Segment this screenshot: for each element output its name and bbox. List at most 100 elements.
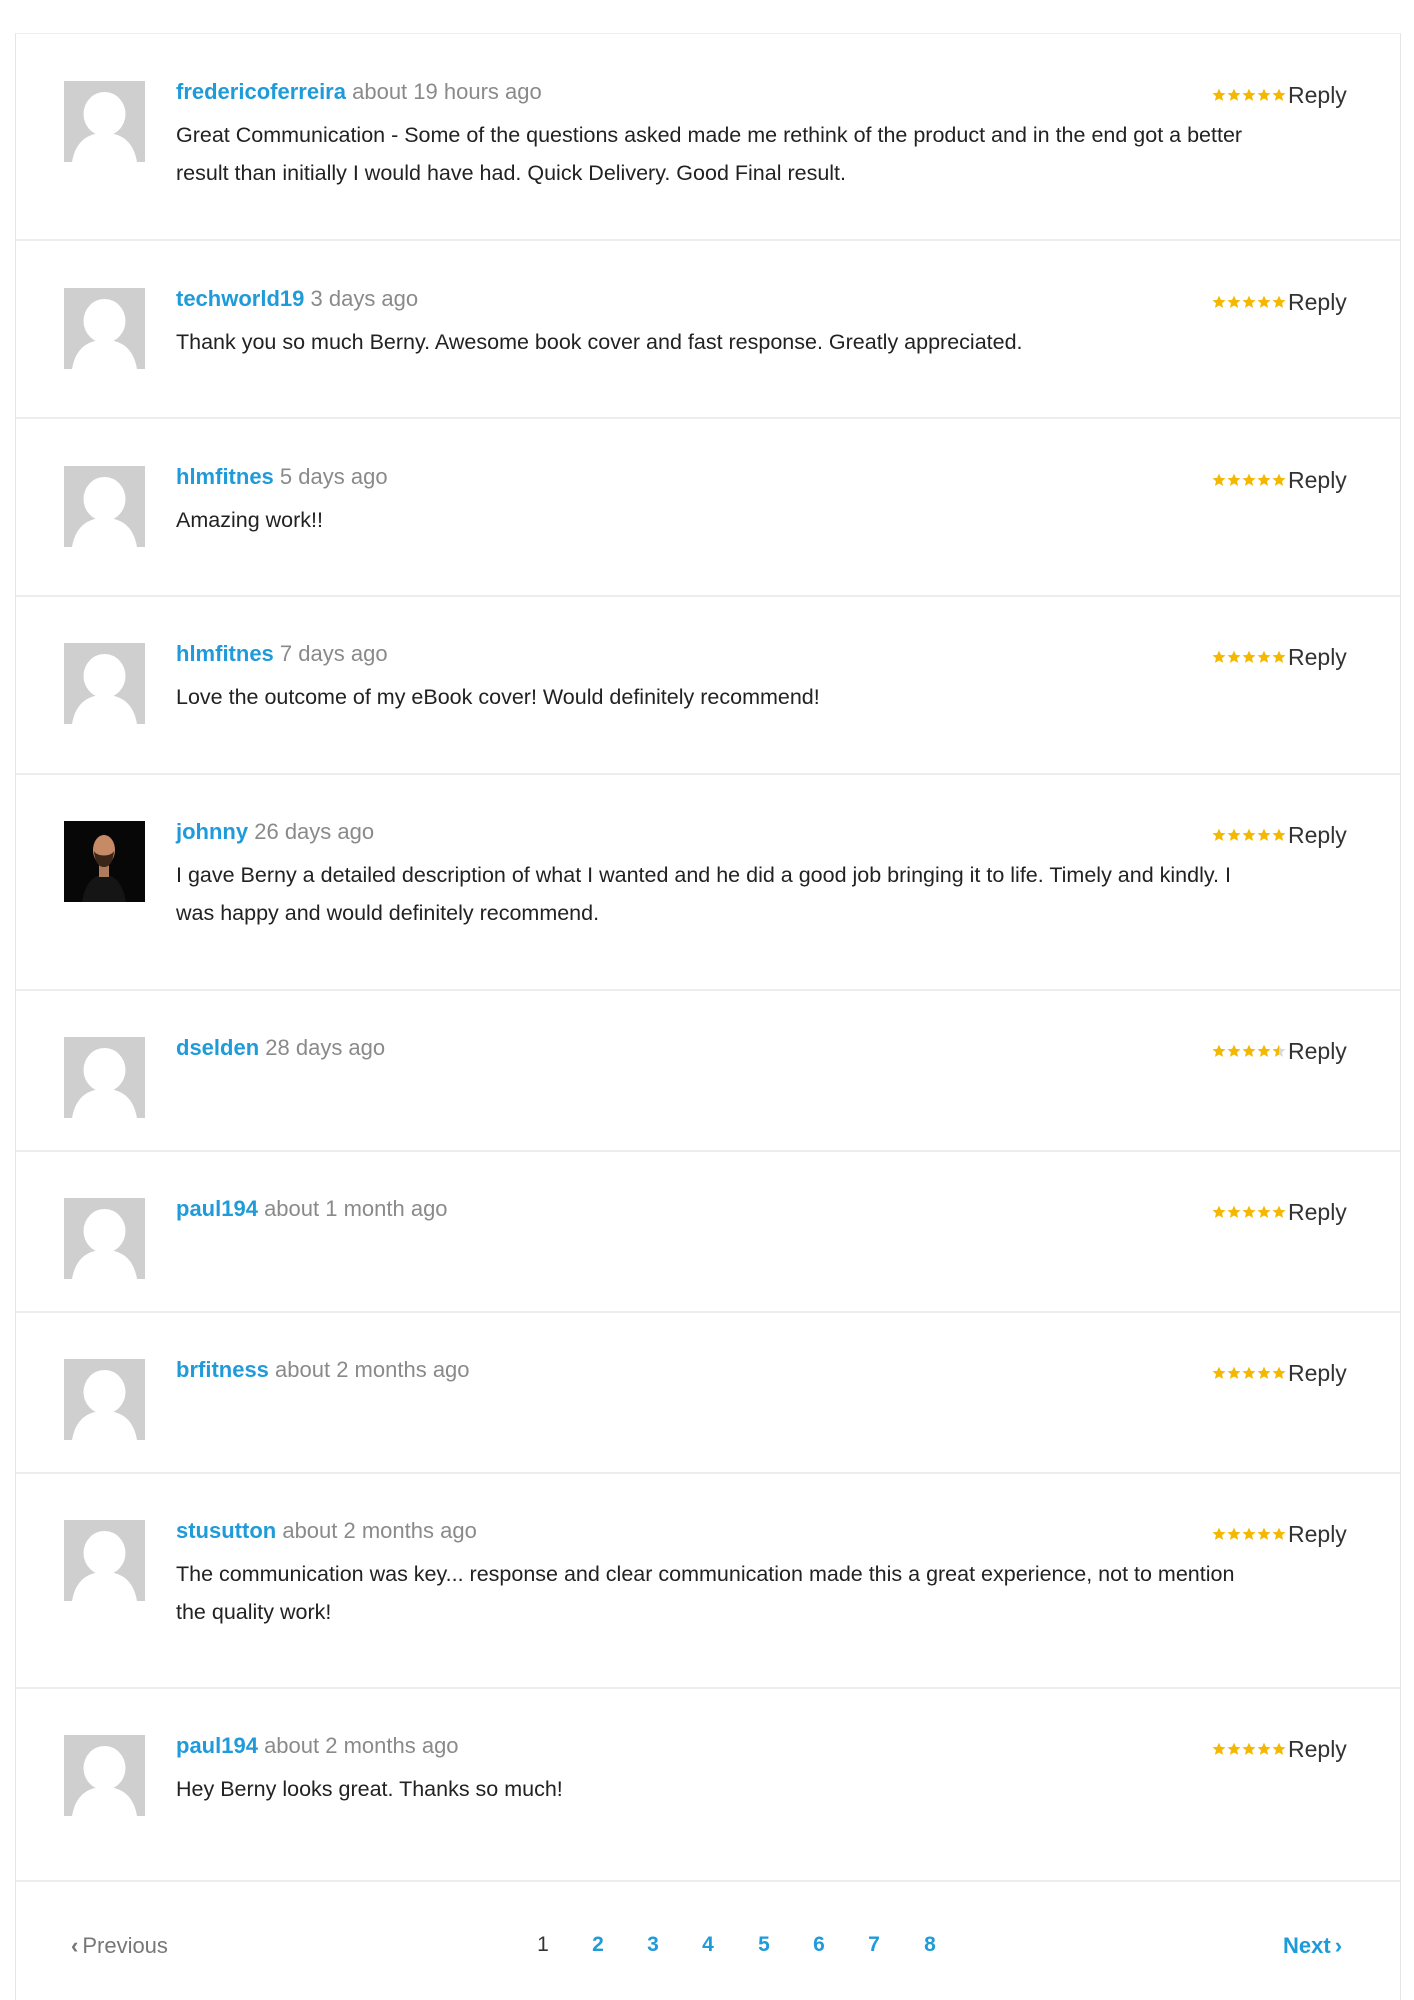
review-text: The communication was key... response an…	[176, 1562, 1235, 1624]
username-link[interactable]: hlmfitnes	[176, 464, 274, 489]
star-rating	[1212, 295, 1286, 309]
rating-and-reply: Reply	[1212, 467, 1347, 493]
username-link[interactable]: hlmfitnes	[176, 641, 274, 666]
page-2[interactable]: 2	[588, 1933, 608, 1957]
star-icon	[1212, 473, 1226, 486]
review-meta: fredericoferreira about 19 hours ago	[176, 79, 542, 105]
star-icon	[1272, 295, 1286, 308]
review-time: about 19 hours ago	[352, 79, 542, 104]
previous-label: Previous	[82, 1933, 168, 1958]
page-3[interactable]: 3	[643, 1933, 663, 1957]
default-avatar-icon[interactable]	[64, 1520, 145, 1601]
review-item: stusutton about 2 months ago The communic…	[16, 1474, 1400, 1689]
rating-and-reply: Reply	[1212, 1038, 1347, 1064]
star-icon	[1242, 1366, 1256, 1379]
star-icon	[1272, 1742, 1286, 1755]
review-time: about 1 month ago	[264, 1196, 448, 1221]
rating-and-reply: Reply	[1212, 82, 1347, 108]
star-rating	[1212, 1527, 1286, 1541]
star-icon	[1242, 1742, 1256, 1755]
star-icon	[1272, 1205, 1286, 1218]
previous-page-link[interactable]: ‹ Previous	[71, 1933, 168, 1959]
reply-link[interactable]: Reply	[1288, 1521, 1347, 1547]
review-item: hlmfitnes 7 days ago Love the outcome of …	[16, 597, 1400, 775]
username-link[interactable]: brfitness	[176, 1357, 269, 1382]
review-item: paul194 about 1 month ago Reply	[16, 1152, 1400, 1313]
review-time: 26 days ago	[254, 819, 375, 844]
review-meta: hlmfitnes 5 days ago	[176, 464, 388, 490]
star-icon	[1257, 88, 1271, 101]
review-text: Great Communication - Some of the questi…	[176, 123, 1243, 185]
star-icon	[1212, 1742, 1226, 1755]
review-time: about 2 months ago	[282, 1518, 477, 1543]
review-item: brfitness about 2 months ago Reply	[16, 1313, 1400, 1474]
username-link[interactable]: johnny	[176, 819, 248, 844]
default-avatar-icon[interactable]	[64, 466, 145, 547]
username-link[interactable]: techworld19	[176, 286, 304, 311]
star-icon	[1272, 828, 1286, 841]
star-rating	[1212, 88, 1286, 102]
star-rating	[1212, 1742, 1286, 1756]
review-time: about 2 months ago	[275, 1357, 470, 1382]
username-link[interactable]: dselden	[176, 1035, 259, 1060]
default-avatar-icon[interactable]	[64, 1037, 145, 1118]
reply-link[interactable]: Reply	[1288, 644, 1347, 670]
reply-link[interactable]: Reply	[1288, 467, 1347, 493]
rating-and-reply: Reply	[1212, 822, 1347, 848]
page-8[interactable]: 8	[920, 1933, 940, 1957]
star-rating	[1212, 1044, 1286, 1058]
reply-link[interactable]: Reply	[1288, 82, 1347, 108]
star-icon	[1242, 650, 1256, 663]
chevron-right-icon: ›	[1334, 1933, 1343, 1958]
reply-link[interactable]: Reply	[1288, 1736, 1347, 1762]
review-item: johnny 26 days ago I gave Berny a detaile…	[16, 775, 1400, 991]
star-icon	[1227, 1205, 1241, 1218]
reply-link[interactable]: Reply	[1288, 289, 1347, 315]
default-avatar-icon[interactable]	[64, 288, 145, 369]
review-item: paul194 about 2 months ago Hey Berny look…	[16, 1689, 1400, 1882]
star-icon	[1212, 295, 1226, 308]
default-avatar-icon[interactable]	[64, 1198, 145, 1279]
star-rating	[1212, 828, 1286, 842]
star-icon	[1212, 1044, 1226, 1057]
default-avatar-icon[interactable]	[64, 1735, 145, 1816]
reply-link[interactable]: Reply	[1288, 1360, 1347, 1386]
review-time: 28 days ago	[265, 1035, 386, 1060]
reply-link[interactable]: Reply	[1288, 1199, 1347, 1225]
review-time: 3 days ago	[310, 286, 419, 311]
star-icon	[1257, 1527, 1271, 1540]
star-icon	[1227, 473, 1241, 486]
star-icon	[1242, 1044, 1256, 1057]
rating-and-reply: Reply	[1212, 644, 1347, 670]
star-icon	[1227, 295, 1241, 308]
review-text: Love the outcome of my eBook cover! Woul…	[176, 685, 820, 709]
username-link[interactable]: paul194	[176, 1733, 258, 1758]
review-meta: techworld19 3 days ago	[176, 286, 418, 312]
user-photo-avatar[interactable]	[64, 821, 145, 902]
default-avatar-icon[interactable]	[64, 81, 145, 162]
username-link[interactable]: paul194	[176, 1196, 258, 1221]
page-5[interactable]: 5	[754, 1933, 774, 1957]
review-item: fredericoferreira about 19 hours ago Grea…	[16, 34, 1400, 241]
page-4[interactable]: 4	[698, 1933, 718, 1957]
page-7[interactable]: 7	[864, 1933, 884, 1957]
star-icon	[1242, 295, 1256, 308]
star-icon	[1257, 295, 1271, 308]
username-link[interactable]: stusutton	[176, 1518, 276, 1543]
star-icon	[1227, 1742, 1241, 1755]
star-icon	[1212, 1205, 1226, 1218]
page-6[interactable]: 6	[809, 1933, 829, 1957]
rating-and-reply: Reply	[1212, 1199, 1347, 1225]
star-icon	[1257, 1044, 1271, 1057]
reply-link[interactable]: Reply	[1288, 1038, 1347, 1064]
star-icon	[1242, 1205, 1256, 1218]
next-page-link[interactable]: Next ›	[1283, 1933, 1342, 1959]
reply-link[interactable]: Reply	[1288, 822, 1347, 848]
default-avatar-icon[interactable]	[64, 1359, 145, 1440]
review-item: hlmfitnes 5 days ago Amazing work!! Reply	[16, 419, 1400, 597]
default-avatar-icon[interactable]	[64, 643, 145, 724]
page-1[interactable]: 1	[533, 1933, 553, 1957]
review-meta: brfitness about 2 months ago	[176, 1357, 470, 1383]
star-icon	[1242, 1527, 1256, 1540]
username-link[interactable]: fredericoferreira	[176, 79, 346, 104]
